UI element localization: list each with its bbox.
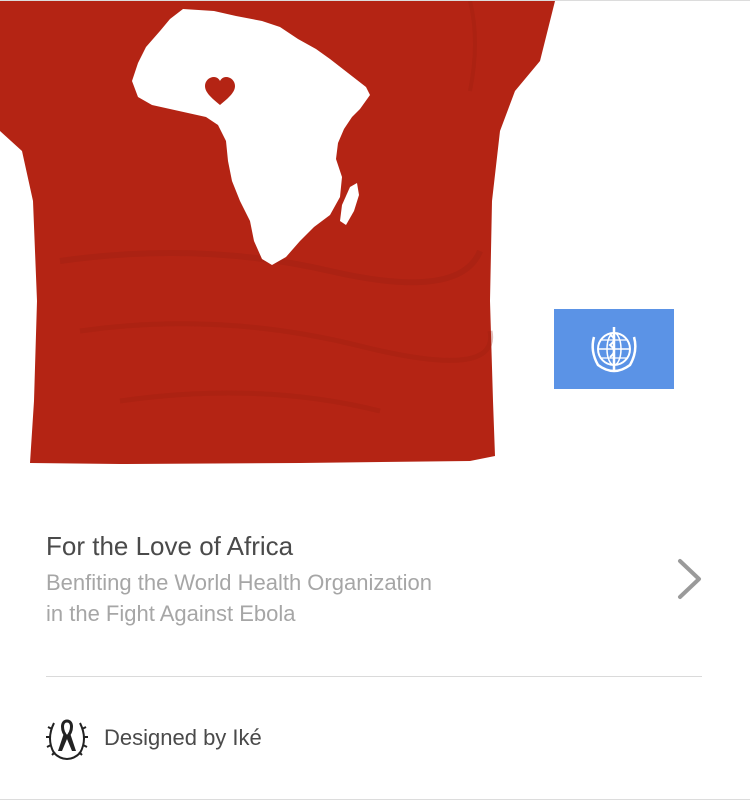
product-subtitle: Benfiting the World Health Organization … — [46, 567, 646, 629]
product-info[interactable]: For the Love of Africa Benfiting the Wor… — [46, 529, 646, 629]
product-title: For the Love of Africa — [46, 531, 294, 561]
subtitle-line: in the Fight Against Ebola — [46, 601, 296, 626]
designer-credit[interactable]: Designed by Iké — [44, 715, 262, 761]
product-image[interactable] — [0, 1, 560, 471]
who-flag — [554, 309, 674, 389]
awareness-ribbon-laurel-icon — [46, 719, 88, 760]
tshirt-africa-heart-image — [0, 1, 555, 464]
chevron-right-icon[interactable] — [672, 557, 708, 601]
product-card[interactable]: For the Love of Africa Benfiting the Wor… — [0, 0, 750, 800]
subtitle-line: Benfiting the World Health Organization — [46, 570, 433, 595]
designer-label: Designed by Iké — [104, 725, 262, 750]
divider — [46, 676, 702, 677]
who-emblem-icon — [591, 327, 637, 373]
